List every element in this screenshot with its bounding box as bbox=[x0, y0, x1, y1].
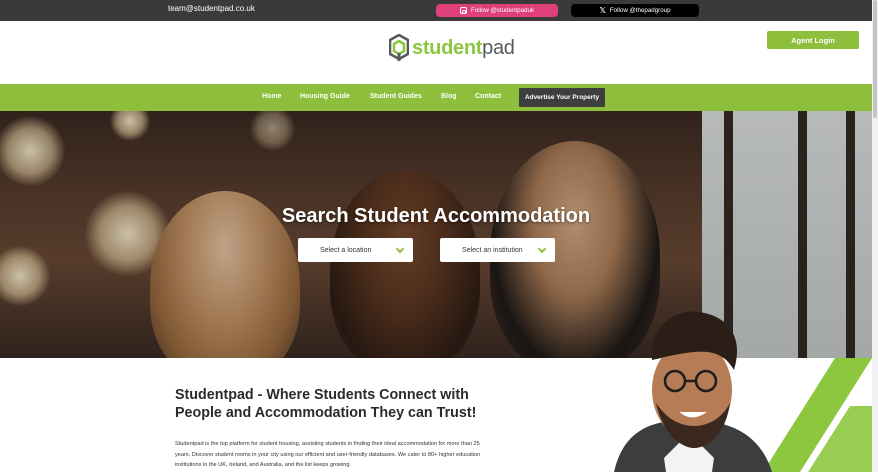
intro-heading: Studentpad - Where Students Connect with… bbox=[175, 387, 477, 421]
institution-select[interactable]: Select an institution bbox=[440, 238, 555, 262]
logo-house-icon bbox=[389, 34, 409, 61]
main-nav: Home Housing Guide Student Guides Blog C… bbox=[0, 84, 872, 111]
page-scrollbar[interactable] bbox=[872, 0, 878, 472]
instagram-follow-label: Follow @studentpaduk bbox=[470, 7, 535, 14]
studentpad-logo[interactable]: studentpad bbox=[389, 34, 515, 62]
x-follow-button[interactable]: 𝕏 Follow @thepadgroup bbox=[571, 4, 699, 17]
agent-login-button[interactable]: Agent Login bbox=[767, 31, 859, 49]
location-select-value: Select a location bbox=[320, 246, 372, 254]
nav-item-student-guides[interactable]: Student Guides bbox=[370, 93, 422, 100]
instagram-icon bbox=[459, 7, 467, 14]
intro-body: Studentpad is the top platform for stude… bbox=[175, 441, 481, 468]
x-follow-label: Follow @thepadgroup bbox=[609, 7, 671, 14]
chevron-down-icon bbox=[395, 244, 405, 254]
logo-word-student: student bbox=[412, 36, 483, 59]
x-icon: 𝕏 bbox=[599, 5, 606, 15]
advertise-property-button[interactable]: Advertise Your Property bbox=[519, 88, 605, 107]
contact-email-link[interactable]: team@studentpad.co.uk bbox=[168, 4, 255, 13]
smiling-student-portrait bbox=[614, 311, 772, 472]
site-header: studentpad Agent Login bbox=[0, 21, 872, 84]
top-bar: team@studentpad.co.uk Follow @studentpad… bbox=[0, 0, 872, 21]
scrollbar-thumb[interactable] bbox=[873, 0, 877, 118]
nav-item-contact[interactable]: Contact bbox=[475, 93, 501, 100]
nav-item-blog[interactable]: Blog bbox=[441, 93, 457, 100]
nav-item-home[interactable]: Home bbox=[262, 93, 281, 100]
institution-select-value: Select an institution bbox=[462, 246, 523, 254]
instagram-follow-button[interactable]: Follow @studentpaduk bbox=[436, 4, 558, 17]
logo-wordmark: studentpad bbox=[412, 37, 515, 60]
location-select[interactable]: Select a location bbox=[298, 238, 413, 262]
chevron-down-icon bbox=[537, 244, 547, 254]
hero-title: Search Student Accommodation bbox=[281, 205, 591, 227]
nav-item-housing-guide[interactable]: Housing Guide bbox=[300, 93, 350, 100]
logo-word-pad: pad bbox=[482, 36, 515, 59]
